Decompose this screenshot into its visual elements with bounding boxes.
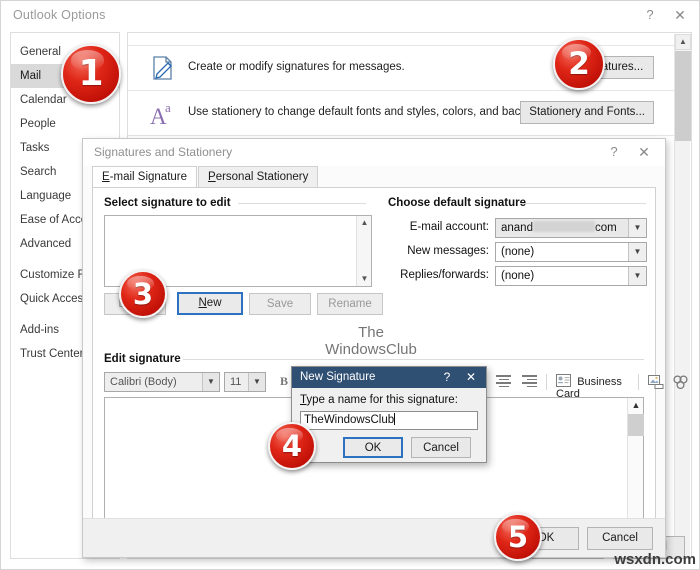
help-icon[interactable]: ? (637, 4, 663, 26)
signatures-and-stationery-dialog: Signatures and Stationery ? ✕ E-mail Sig… (82, 138, 688, 558)
new-signature-title: New Signature (300, 371, 376, 383)
help-icon[interactable]: ? (438, 367, 456, 388)
new-button-accel: N (198, 297, 207, 309)
text-caret (394, 413, 396, 425)
align-center-icon[interactable] (496, 375, 511, 389)
tab-personal-stationery[interactable]: Personal Stationery (198, 166, 319, 187)
signatures-dialog-body: Select signature to edit ▲ ▼ Delete New … (92, 187, 688, 552)
tab-email-signature-label: -mail Signature (109, 171, 188, 183)
step-badge-5: 5 (494, 513, 542, 561)
new-messages-combo[interactable]: (none) ▼ (495, 242, 647, 262)
group-divider-1 (238, 203, 366, 204)
select-signature-group-label: Select signature to edit (104, 197, 236, 209)
scrollbar-thumb[interactable] (675, 51, 691, 141)
svg-text:a: a (165, 100, 171, 115)
help-icon[interactable]: ? (601, 141, 627, 163)
new-signature-prompt-rest: ype a name for this signature: (306, 394, 458, 406)
signatures-dialog-title: Signatures and Stationery (94, 145, 233, 159)
new-signature-ok-button[interactable]: OK (343, 437, 403, 458)
font-family-value: Calibri (Body) (110, 376, 177, 388)
stationery-and-fonts-button[interactable]: Stationery and Fonts... (520, 101, 654, 124)
replies-forwards-label: Replies/forwards: (400, 269, 489, 281)
font-size-value: 11 (230, 376, 242, 388)
step-badge-4: 4 (268, 422, 316, 470)
group-divider-3 (183, 359, 644, 360)
signatures-dialog-footer: OK Cancel (83, 518, 665, 557)
chevron-down-icon[interactable]: ▼ (248, 373, 265, 391)
tab-personal-stationery-accel: P (208, 171, 216, 183)
toolbar-divider-3 (638, 374, 639, 390)
new-messages-value: (none) (501, 246, 535, 258)
new-signature-titlebar: New Signature ? ✕ (292, 367, 486, 388)
scroll-up-icon[interactable]: ▲ (628, 398, 644, 413)
scroll-down-icon[interactable]: ▼ (357, 272, 372, 286)
tab-email-signature[interactable]: E-mail Signature (92, 166, 198, 187)
chevron-down-icon[interactable]: ▼ (202, 373, 219, 391)
signatures-option-text: Create or modify signatures for messages… (188, 61, 405, 73)
email-account-value-prefix: anand (501, 222, 533, 234)
new-signature-button[interactable]: New (177, 292, 243, 315)
font-size-combo[interactable]: 11 ▼ (224, 372, 266, 392)
new-signature-cancel-button[interactable]: Cancel (411, 437, 471, 458)
close-icon[interactable]: ✕ (667, 4, 693, 26)
chevron-down-icon[interactable]: ▼ (628, 243, 646, 261)
signature-edit-scrollbar[interactable]: ▲ ▼ (627, 398, 644, 534)
email-account-combo[interactable]: anand com ▼ (495, 218, 647, 238)
signatures-dialog-tabs: E-mail Signature Personal Stationery (92, 166, 656, 187)
signature-pencil-icon (148, 54, 178, 84)
default-signature-group-label: Choose default signature (388, 197, 532, 209)
chevron-down-icon[interactable]: ▼ (628, 219, 646, 237)
new-messages-label: New messages: (407, 245, 489, 257)
signature-name-value: TheWindowsClub (304, 414, 395, 426)
step-badge-2: 2 (553, 38, 605, 90)
rename-signature-button[interactable]: Rename (317, 293, 383, 315)
email-account-value-suffix: com (594, 222, 617, 234)
new-button-label: ew (206, 297, 222, 309)
group-divider-2 (520, 203, 646, 204)
font-family-combo[interactable]: Calibri (Body) ▼ (104, 372, 220, 392)
align-right-icon[interactable] (522, 375, 537, 389)
close-icon[interactable]: ✕ (631, 141, 657, 163)
signature-list-scrollbar[interactable]: ▲ ▼ (356, 216, 371, 286)
insert-picture-icon[interactable] (648, 375, 664, 392)
replies-forwards-value: (none) (501, 270, 535, 282)
scroll-up-icon[interactable]: ▲ (675, 34, 691, 50)
options-window-title: Outlook Options (13, 8, 106, 22)
signatures-dialog-titlebar: Signatures and Stationery ? ✕ (83, 139, 665, 166)
signatures-cancel-button[interactable]: Cancel (587, 527, 653, 550)
tab-email-signature-accel: E (102, 171, 110, 183)
new-signature-dialog: New Signature ? ✕ Type a name for this s… (291, 366, 487, 463)
step-badge-3: 3 (119, 270, 167, 318)
save-signature-button[interactable]: Save (249, 293, 311, 315)
tab-personal-stationery-label: ersonal Stationery (215, 171, 309, 183)
email-account-label: E-mail account: (409, 221, 489, 233)
step-badge-1: 1 (61, 44, 121, 104)
stationery-font-icon: A a (148, 99, 178, 129)
email-account-redacted (532, 221, 595, 232)
toolbar-divider-2 (546, 374, 547, 390)
options-titlebar: Outlook Options ? ✕ (1, 1, 699, 29)
scrollbar-thumb[interactable] (628, 414, 644, 436)
sidebar-item-people[interactable]: People (11, 112, 119, 136)
options-scrollbar[interactable]: ▲ (674, 34, 691, 557)
business-card-icon (556, 374, 571, 387)
new-signature-prompt: Type a name for this signature: (300, 394, 458, 406)
signature-name-input[interactable]: TheWindowsClub (300, 411, 478, 430)
scroll-up-icon[interactable]: ▲ (357, 216, 372, 230)
stationery-option-row: A a Use stationery to change default fon… (128, 91, 674, 136)
close-icon[interactable]: ✕ (462, 367, 480, 388)
edit-signature-group-label: Edit signature (104, 353, 186, 365)
replies-forwards-combo[interactable]: (none) ▼ (495, 266, 647, 286)
stationery-option-text: Use stationery to change default fonts a… (188, 106, 571, 118)
chevron-down-icon[interactable]: ▼ (628, 267, 646, 285)
insert-hyperlink-icon[interactable] (672, 375, 689, 392)
